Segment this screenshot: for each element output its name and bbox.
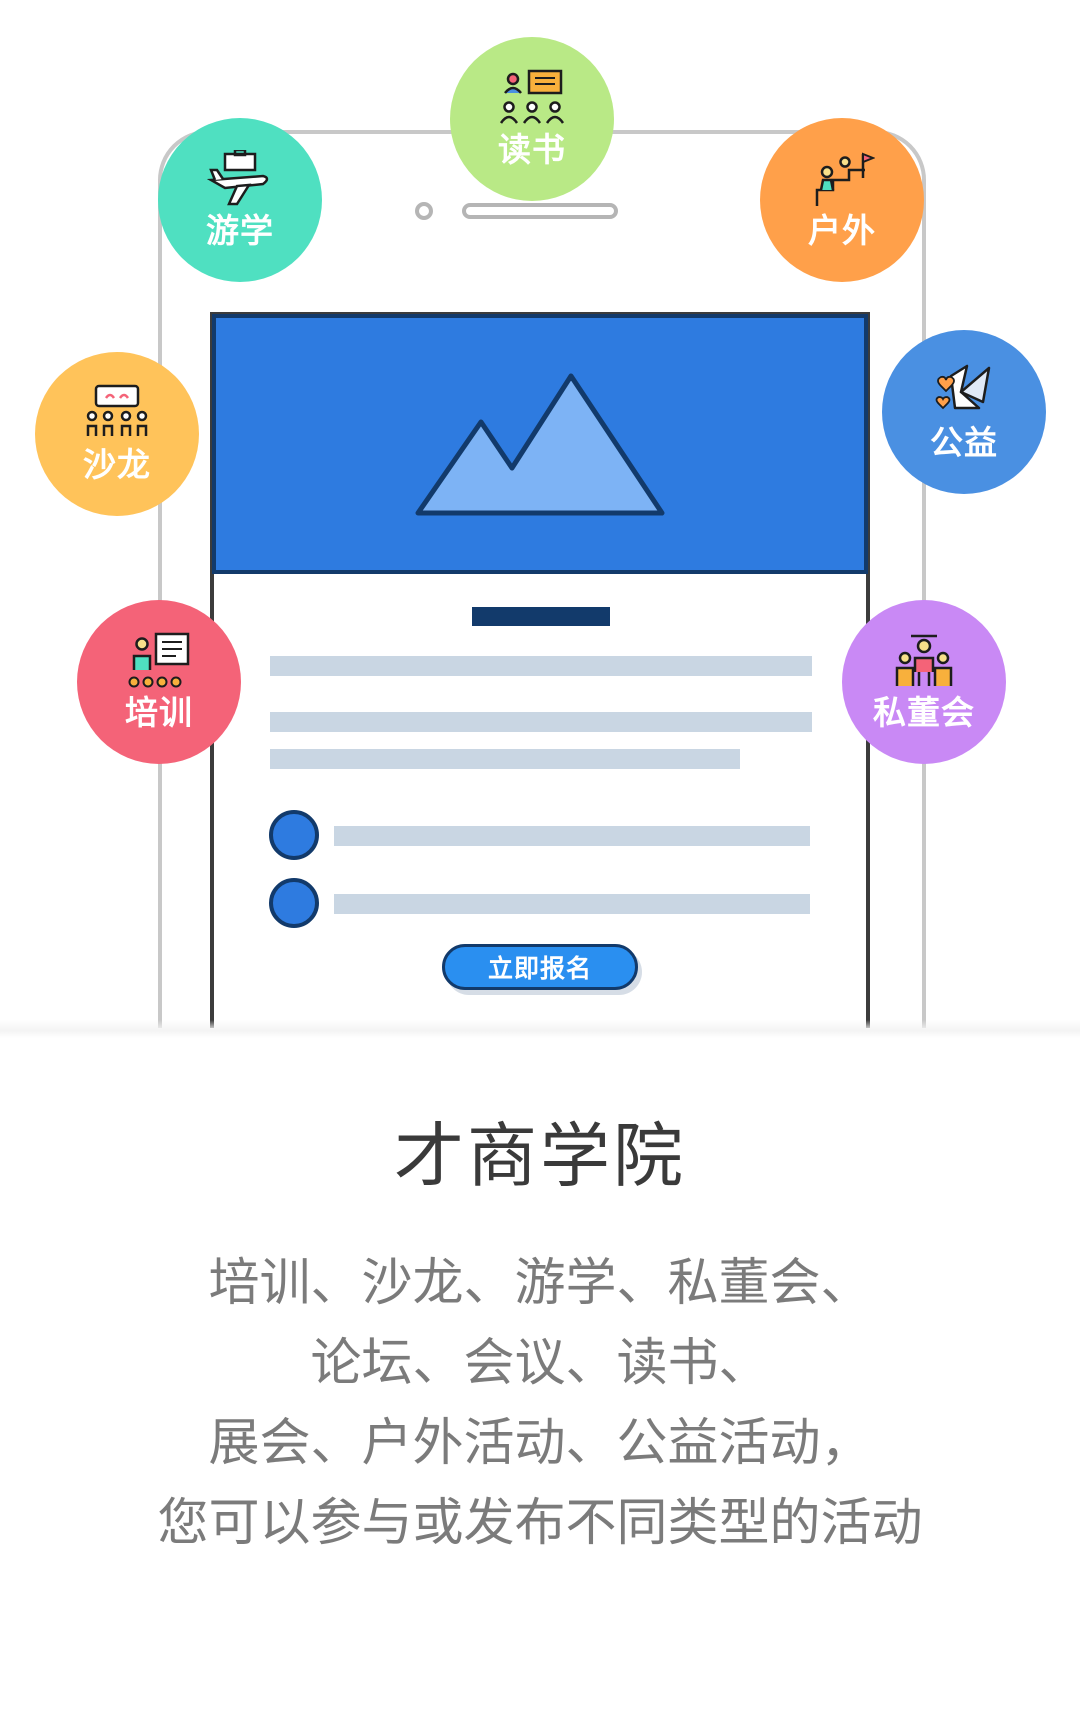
- climbing-flag-icon: [815, 152, 875, 206]
- bubble-label: 沙龙: [83, 445, 151, 484]
- category-bubble-reading[interactable]: 读书: [450, 37, 614, 201]
- bubble-label: 私董会: [873, 693, 975, 732]
- category-bubble-salon[interactable]: 沙龙: [35, 352, 199, 516]
- bubble-label: 游学: [206, 211, 274, 250]
- hero-illustration: 立即报名 读书 游学 户外 公益 沙龙 培训 私董会: [0, 0, 1080, 1028]
- leaders-group-icon: [895, 634, 953, 686]
- list-bullet: [269, 810, 319, 860]
- airplane-briefcase-icon: [207, 150, 269, 206]
- intro-description: 培训、沙龙、游学、私董会、 论坛、会议、读书、 展会、户外活动、公益活动， 您可…: [0, 1244, 1080, 1564]
- bubble-label: 户外: [808, 211, 876, 250]
- description-line: 展会、户外活动、公益活动，: [208, 1414, 872, 1473]
- description-line: 论坛、会议、读书、: [310, 1334, 770, 1393]
- card-title-placeholder: [472, 607, 610, 626]
- list-bullet: [269, 878, 319, 928]
- text-line-placeholder: [270, 656, 812, 676]
- category-bubble-training[interactable]: 培训: [77, 600, 241, 764]
- audience-presentation-icon: [499, 69, 565, 124]
- section-divider: [0, 1020, 1080, 1038]
- bubble-label: 读书: [498, 130, 566, 169]
- description-line: 培训、沙龙、游学、私董会、: [208, 1254, 872, 1313]
- category-bubble-outdoor[interactable]: 户外: [760, 118, 924, 282]
- bubble-label: 公益: [930, 423, 998, 462]
- category-bubble-travel[interactable]: 游学: [158, 118, 322, 282]
- bubble-label: 培训: [125, 693, 193, 732]
- text-line-placeholder: [270, 712, 812, 732]
- teacher-board-icon: [128, 632, 190, 688]
- description-line: 您可以参与或发布不同类型的活动: [157, 1494, 923, 1553]
- list-line-placeholder: [334, 894, 810, 914]
- category-bubble-director[interactable]: 私董会: [842, 600, 1006, 764]
- list-line-placeholder: [334, 826, 810, 846]
- origami-crane-icon: [935, 364, 991, 410]
- signup-button[interactable]: 立即报名: [442, 944, 638, 990]
- page-title: 才商学院: [394, 1115, 686, 1197]
- text-line-placeholder: [270, 749, 740, 769]
- group-discussion-icon: [86, 384, 148, 436]
- category-bubble-charity[interactable]: 公益: [882, 330, 1046, 494]
